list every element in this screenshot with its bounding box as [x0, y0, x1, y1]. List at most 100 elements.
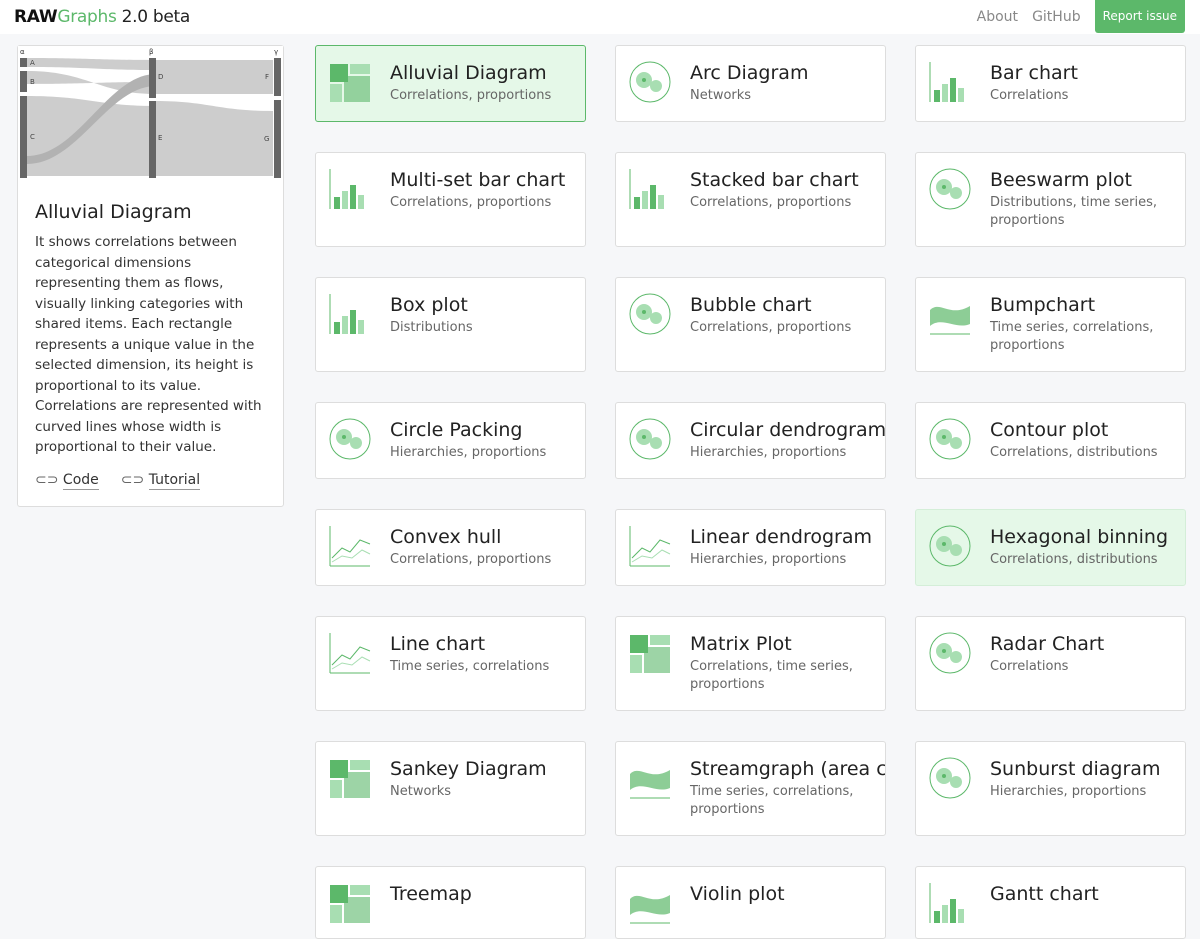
- chart-categories: Distributions, time series, proportions: [990, 195, 1158, 228]
- chart-card-line[interactable]: Line chart Time series, correlations: [315, 616, 586, 711]
- line-icon: [329, 633, 371, 674]
- chart-title: Bumpchart: [990, 294, 1096, 316]
- node-label: C: [30, 133, 35, 141]
- chart-card-matrix[interactable]: Matrix Plot Correlations, time series, p…: [615, 616, 886, 711]
- chart-card-multiset-bar[interactable]: Multi-set bar chart Correlations, propor…: [315, 152, 586, 247]
- tutorial-link[interactable]: ⊂⊃ Tutorial: [121, 471, 201, 490]
- chart-title: Arc Diagram: [690, 62, 809, 84]
- sankey-icon: [330, 760, 370, 798]
- chart-categories: Distributions: [390, 320, 473, 335]
- chart-card-convex-hull[interactable]: Convex hull Correlations, proportions: [315, 509, 586, 586]
- code-link[interactable]: ⊂⊃ Code: [35, 471, 99, 490]
- chart-categories: Correlations, proportions: [690, 320, 852, 335]
- stacked-bar-icon: [629, 169, 664, 209]
- chart-card-bar[interactable]: Bar chart Correlations: [915, 45, 1186, 122]
- alluvial-preview-image: α β γ A B C D E F G: [18, 46, 283, 181]
- chart-card-treemap[interactable]: Treemap: [315, 866, 586, 939]
- chart-card-arc[interactable]: Arc Diagram Networks: [615, 45, 886, 122]
- chart-title: Convex hull: [390, 526, 502, 548]
- dim-label: γ: [274, 48, 278, 56]
- chart-card-hexbin[interactable]: Hexagonal binning Correlations, distribu…: [915, 509, 1186, 586]
- chart-title: Bubble chart: [690, 294, 812, 316]
- boxplot-icon: [329, 294, 364, 334]
- chart-card-streamgraph[interactable]: Streamgraph (area chart) Time series, co…: [615, 741, 886, 836]
- chart-categories: Hierarchies, proportions: [690, 445, 847, 460]
- chart-card-linear-dendrogram[interactable]: Linear dendrogram Hierarchies, proportio…: [615, 509, 886, 586]
- convex-hull-icon: [329, 526, 371, 567]
- logo[interactable]: RAWGraphs 2.0 beta: [14, 7, 190, 27]
- hexbin-icon: [929, 525, 971, 567]
- chart-card-beeswarm[interactable]: Beeswarm plot Distributions, time series…: [915, 152, 1186, 247]
- chart-card-circular-dendrogram[interactable]: Circular dendrogram Hierarchies, proport…: [615, 402, 886, 479]
- chart-categories: Correlations, proportions: [690, 195, 852, 210]
- dim-label: β: [149, 48, 153, 56]
- chart-title: Hexagonal binning: [990, 526, 1169, 548]
- chart-title: Alluvial Diagram: [390, 62, 547, 84]
- nav-about[interactable]: About: [977, 9, 1018, 25]
- chart-card-contour[interactable]: Contour plot Correlations, distributions: [915, 402, 1186, 479]
- node-label: G: [264, 135, 269, 143]
- bubble-icon: [629, 293, 671, 335]
- node-label: D: [158, 73, 163, 81]
- chart-categories: Hierarchies, proportions: [690, 552, 847, 567]
- multiset-bar-icon: [329, 169, 364, 209]
- chart-title: Circle Packing: [390, 419, 523, 441]
- alluvial-icon: [330, 64, 370, 102]
- chart-card-radar[interactable]: Radar Chart Correlations: [915, 616, 1186, 711]
- chart-title: Bar chart: [990, 62, 1078, 84]
- chart-title: Contour plot: [990, 419, 1109, 441]
- dim-label: α: [20, 48, 25, 56]
- chart-categories: Correlations, proportions: [390, 552, 552, 567]
- chart-title: Matrix Plot: [690, 633, 792, 655]
- sunburst-icon: [929, 757, 971, 799]
- chart-categories: Correlations, distributions: [990, 552, 1158, 567]
- treemap-icon: [330, 885, 370, 923]
- chart-card-alluvial[interactable]: Alluvial Diagram Correlations, proportio…: [315, 45, 586, 122]
- chart-card-stacked-bar[interactable]: Stacked bar chart Correlations, proporti…: [615, 152, 886, 247]
- chart-card-sankey[interactable]: Sankey Diagram Networks: [315, 741, 586, 836]
- chart-title: Sunburst diagram: [990, 758, 1161, 780]
- chart-title: Violin plot: [690, 883, 785, 905]
- chart-title: Line chart: [390, 633, 486, 655]
- chart-categories: Correlations, proportions: [390, 88, 552, 103]
- node-label: A: [30, 59, 35, 67]
- chart-categories: Correlations, distributions: [990, 445, 1158, 460]
- nav-github[interactable]: GitHub: [1032, 9, 1081, 25]
- linear-dendrogram-icon: [629, 526, 671, 567]
- arc-icon: [629, 61, 671, 103]
- chart-title: Circular dendrogram: [690, 419, 886, 441]
- nav: About GitHub Report issue: [977, 0, 1185, 33]
- chart-card-circle-packing[interactable]: Circle Packing Hierarchies, proportions: [315, 402, 586, 479]
- beeswarm-icon: [929, 168, 971, 210]
- bar-icon: [929, 62, 964, 102]
- node-label: F: [265, 73, 269, 81]
- node-label: B: [30, 78, 35, 86]
- chart-title: Radar Chart: [990, 633, 1105, 655]
- link-icon: ⊂⊃: [35, 471, 63, 488]
- chart-title: Streamgraph (area chart): [690, 758, 886, 780]
- chart-title: Sankey Diagram: [390, 758, 547, 780]
- chart-title: Multi-set bar chart: [390, 169, 566, 191]
- chart-categories: Correlations, proportions: [390, 195, 552, 210]
- report-issue-button[interactable]: Report issue: [1094, 0, 1185, 33]
- circular-dendrogram-icon: [629, 418, 671, 460]
- chart-categories: Time series, correlations, proportions: [690, 784, 854, 817]
- chart-card-sunburst[interactable]: Sunburst diagram Hierarchies, proportion…: [915, 741, 1186, 836]
- chart-categories: Hierarchies, proportions: [990, 784, 1147, 799]
- chart-type-grid: Alluvial Diagram Correlations, proportio…: [315, 45, 1186, 939]
- chart-title: Treemap: [390, 883, 472, 905]
- preview-title: Alluvial Diagram: [35, 201, 192, 223]
- chart-card-bubble[interactable]: Bubble chart Correlations, proportions: [615, 277, 886, 372]
- chart-card-bump[interactable]: Bumpchart Time series, correlations, pro…: [915, 277, 1186, 372]
- matrix-icon: [630, 635, 670, 673]
- chart-title: Beeswarm plot: [990, 169, 1132, 191]
- circle-packing-icon: [329, 418, 371, 460]
- chart-card-gantt[interactable]: Gantt chart: [915, 866, 1186, 939]
- chart-card-violin[interactable]: Violin plot: [615, 866, 886, 939]
- contour-icon: [929, 418, 971, 460]
- chart-title: Linear dendrogram: [690, 526, 872, 548]
- violin-icon: [630, 895, 670, 924]
- chart-card-boxplot[interactable]: Box plot Distributions: [315, 277, 586, 372]
- chart-categories: Networks: [390, 784, 452, 799]
- gantt-icon: [929, 883, 964, 923]
